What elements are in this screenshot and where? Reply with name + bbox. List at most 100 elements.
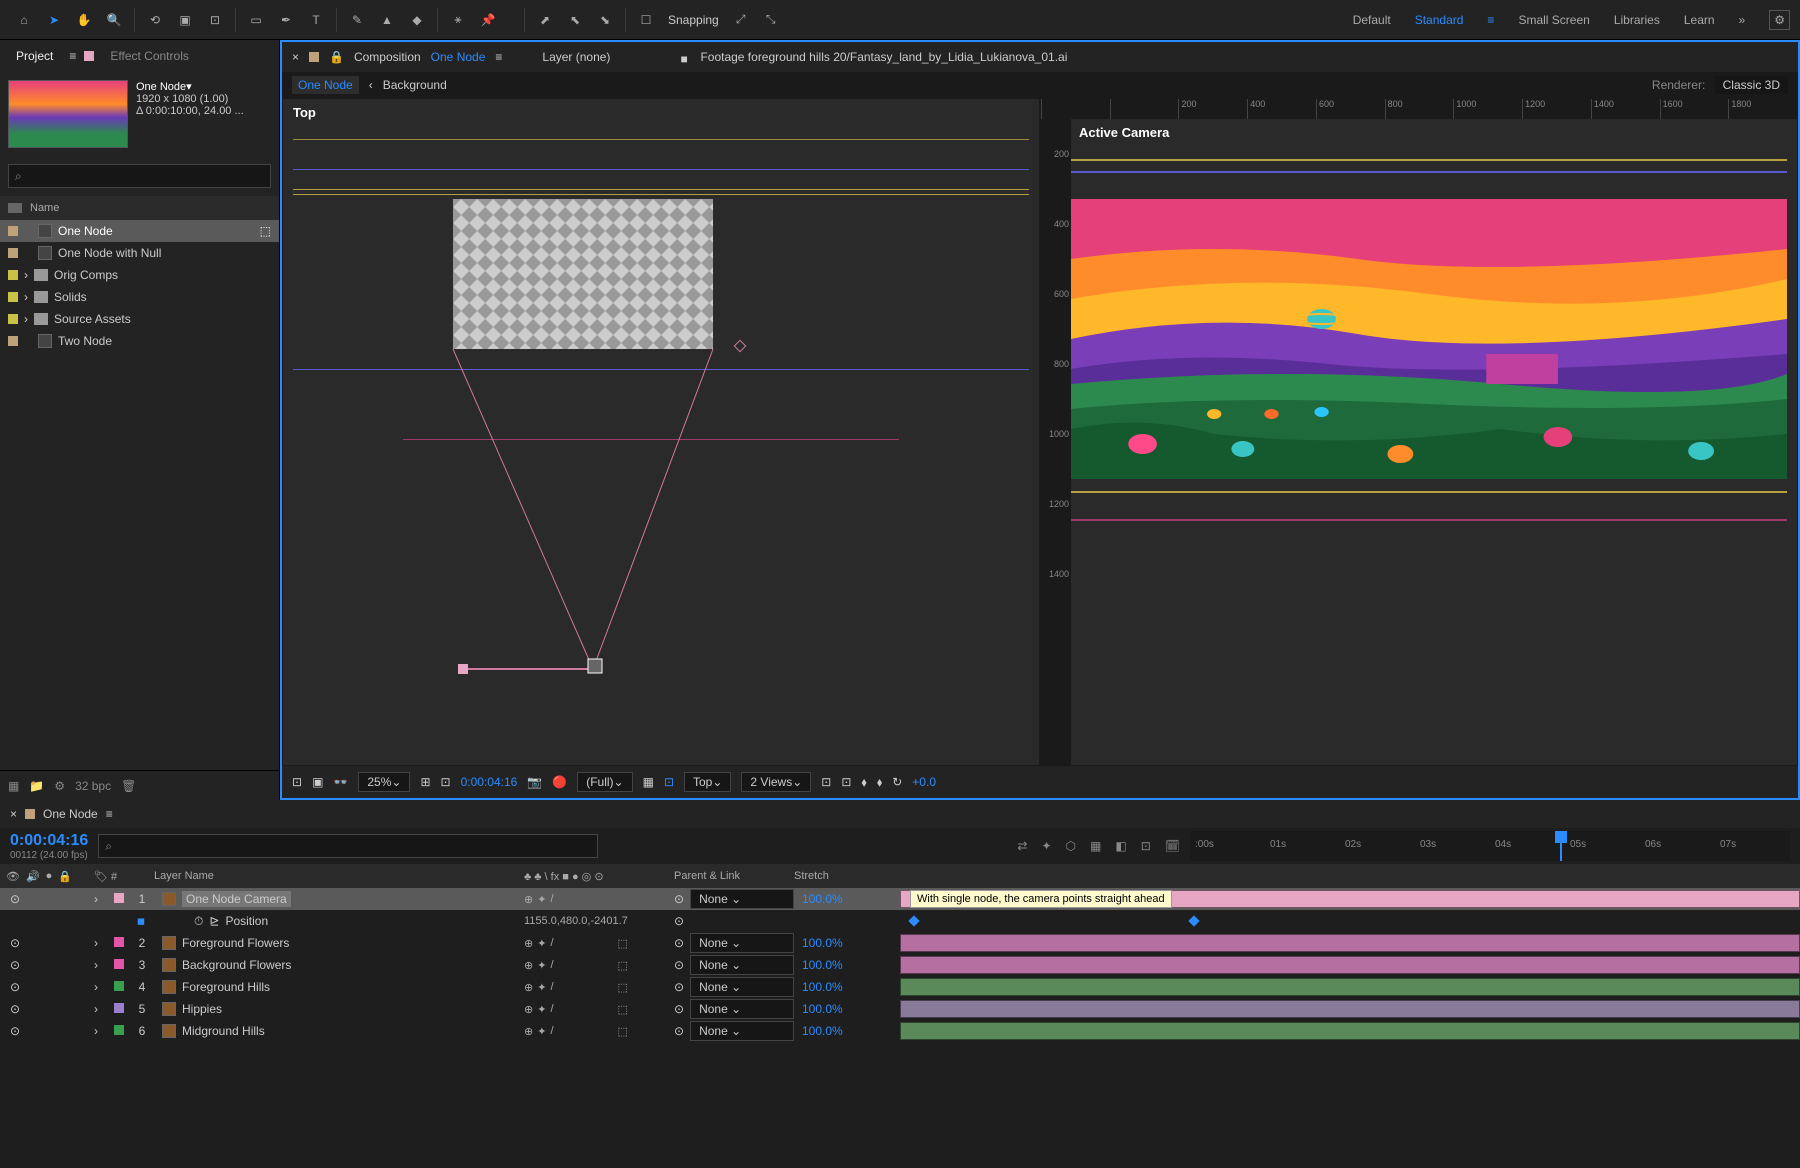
expand-layer-icon[interactable]: › — [94, 1024, 98, 1038]
graph-icon[interactable]: ⊵ — [209, 914, 219, 928]
visibility-toggle[interactable]: ⊙ — [10, 980, 20, 994]
layer-bar[interactable] — [900, 978, 1800, 996]
workspace-libraries[interactable]: Libraries — [1614, 13, 1660, 27]
parent-dropdown[interactable]: None ⌄ — [690, 977, 794, 997]
pickwhip-icon[interactable]: ⊙ — [674, 936, 684, 950]
axis-world-icon[interactable]: ⬉ — [561, 6, 589, 34]
layer-color-swatch[interactable] — [114, 1025, 124, 1035]
snap-checkbox[interactable]: ☐ — [632, 6, 660, 34]
label-swatch[interactable] — [8, 226, 18, 236]
timeline-menu-icon[interactable]: ≡ — [106, 807, 113, 821]
pickwhip-icon[interactable]: ⊙ — [674, 980, 684, 994]
parent-dropdown[interactable]: None ⌄ — [690, 955, 794, 975]
stretch-value[interactable]: 100.0% — [794, 958, 864, 972]
tl-opt4-icon[interactable]: ▦ — [1090, 839, 1101, 853]
visibility-toggle[interactable]: ⊙ — [10, 1002, 20, 1016]
grid-icon[interactable]: ⊞ — [420, 775, 430, 789]
expand-layer-icon[interactable]: › — [94, 980, 98, 994]
expand-icon[interactable]: › — [24, 312, 28, 326]
stretch-value[interactable]: 100.0% — [794, 1002, 864, 1016]
label-swatch[interactable] — [8, 292, 18, 302]
time-ruler[interactable]: :00s01s02s03s04s05s06s07s — [1190, 831, 1790, 861]
lock-col-icon[interactable]: 🔒 — [58, 870, 72, 883]
col-stretch[interactable]: Stretch — [794, 870, 864, 882]
pin-tool-icon[interactable]: 📌 — [474, 6, 502, 34]
channel-icon[interactable]: 🔴 — [552, 775, 567, 789]
refresh-icon[interactable]: ↻ — [892, 775, 902, 789]
link-icon[interactable]: ⊙ — [674, 914, 684, 928]
interpret-icon[interactable]: ⚙ — [54, 779, 65, 793]
workspace-smallscreen[interactable]: Small Screen — [1518, 13, 1589, 27]
current-time[interactable]: 0:00:04:16 — [461, 775, 518, 789]
label-swatch[interactable] — [8, 248, 18, 258]
stretch-value[interactable]: 100.0% — [794, 936, 864, 950]
expand-layer-icon[interactable]: › — [94, 936, 98, 950]
cube-3d-icon[interactable]: ⬚ — [618, 959, 628, 972]
magnify-icon[interactable]: ⊡ — [292, 775, 302, 789]
keyframe-nav-icon[interactable]: ◆ — [133, 913, 149, 929]
stretch-value[interactable]: 100.0% — [794, 1024, 864, 1038]
rotobrush-icon[interactable]: ⚹ — [444, 6, 472, 34]
view-opt3-icon[interactable]: ⬧ — [861, 775, 866, 790]
tl-opt2-icon[interactable]: ✦ — [1041, 839, 1051, 853]
close-tab-icon[interactable]: × — [292, 50, 299, 64]
visibility-toggle[interactable]: ⊙ — [10, 1024, 20, 1038]
solo-col-icon[interactable]: ● — [46, 870, 53, 883]
expand-layer-icon[interactable]: › — [94, 892, 98, 906]
comp-thumbnail[interactable] — [8, 80, 128, 148]
view-opt2-icon[interactable]: ⊡ — [841, 775, 851, 789]
layer-color-swatch[interactable] — [114, 1003, 124, 1013]
layer-color-swatch[interactable] — [114, 937, 124, 947]
visibility-toggle[interactable]: ⊙ — [10, 936, 20, 950]
pickwhip-icon[interactable]: ⊙ — [674, 892, 684, 906]
view-count-dropdown[interactable]: 2 Views ⌄ — [741, 772, 811, 792]
transparency-icon[interactable]: ▦ — [643, 775, 654, 789]
audio-col-icon[interactable]: 🔊 — [26, 870, 40, 883]
active-camera-view[interactable]: 20040060080010001200140016001800 2004006… — [1040, 98, 1798, 766]
brush-tool-icon[interactable]: ✎ — [343, 6, 371, 34]
keyframe-icon[interactable] — [1188, 915, 1199, 926]
cube-3d-icon[interactable]: ⬚ — [618, 981, 628, 994]
footage-tab[interactable]: Footage foreground hills 20/Fantasy_land… — [700, 50, 1067, 64]
snapshot-icon[interactable]: 📷 — [527, 775, 542, 789]
trash-icon[interactable]: 🗑 — [121, 779, 136, 793]
layer-color-swatch[interactable] — [114, 959, 124, 969]
layer-bar[interactable] — [900, 1022, 1800, 1040]
col-parent[interactable]: Parent & Link — [674, 870, 794, 882]
panel-menu-icon[interactable]: ≡ — [69, 49, 76, 63]
layer-bounds[interactable] — [453, 199, 713, 349]
workspace-standard[interactable]: Standard — [1415, 13, 1464, 27]
exposure-value[interactable]: +0.0 — [912, 775, 936, 789]
renderer-dropdown[interactable]: Classic 3D — [1715, 76, 1788, 94]
axis-local-icon[interactable]: ⬈ — [531, 6, 559, 34]
stretch-value[interactable]: 100.0% — [794, 892, 864, 906]
parent-dropdown[interactable]: None ⌄ — [690, 1021, 794, 1041]
expand-icon[interactable]: › — [24, 268, 28, 282]
timeline-search[interactable]: ⌕ — [98, 834, 598, 858]
eye-col-icon[interactable]: 👁 — [6, 870, 20, 883]
view-opt1-icon[interactable]: ⊡ — [821, 775, 831, 789]
layer-bar[interactable] — [900, 1000, 1800, 1018]
rect-tool-icon[interactable]: ▭ — [242, 6, 270, 34]
snap-opt2-icon[interactable]: ⤡ — [757, 6, 785, 34]
prop-value[interactable]: 1155.0,480.0,-2401.7 — [524, 915, 674, 927]
orbit-icon[interactable]: ⟲ — [141, 6, 169, 34]
project-item[interactable]: ›Solids — [0, 286, 279, 308]
parent-dropdown[interactable]: None ⌄ — [690, 999, 794, 1019]
tl-opt7-icon[interactable]: 🗓 — [1165, 839, 1180, 853]
layer-bar[interactable] — [900, 934, 1800, 952]
pickwhip-icon[interactable]: ⊙ — [674, 1024, 684, 1038]
new-folder-icon[interactable]: 📁 — [29, 779, 44, 793]
breadcrumb-chevron-icon[interactable]: ‹ — [369, 78, 373, 92]
label-swatch[interactable] — [8, 314, 18, 324]
parent-dropdown[interactable]: None ⌄ — [690, 889, 794, 909]
visibility-toggle[interactable]: ⊙ — [10, 958, 20, 972]
expand-layer-icon[interactable]: › — [94, 958, 98, 972]
tl-opt3-icon[interactable]: ⬡ — [1066, 839, 1076, 853]
comp-tab-name[interactable]: One Node — [431, 50, 486, 64]
layer-tab[interactable]: Layer (none) — [542, 50, 610, 64]
mask-icon[interactable]: 👓 — [333, 775, 348, 789]
close-timeline-tab-icon[interactable]: × — [10, 807, 17, 821]
top-view[interactable]: Top — [282, 98, 1040, 766]
timeline-timecode[interactable]: 0:00:04:16 — [10, 832, 88, 850]
